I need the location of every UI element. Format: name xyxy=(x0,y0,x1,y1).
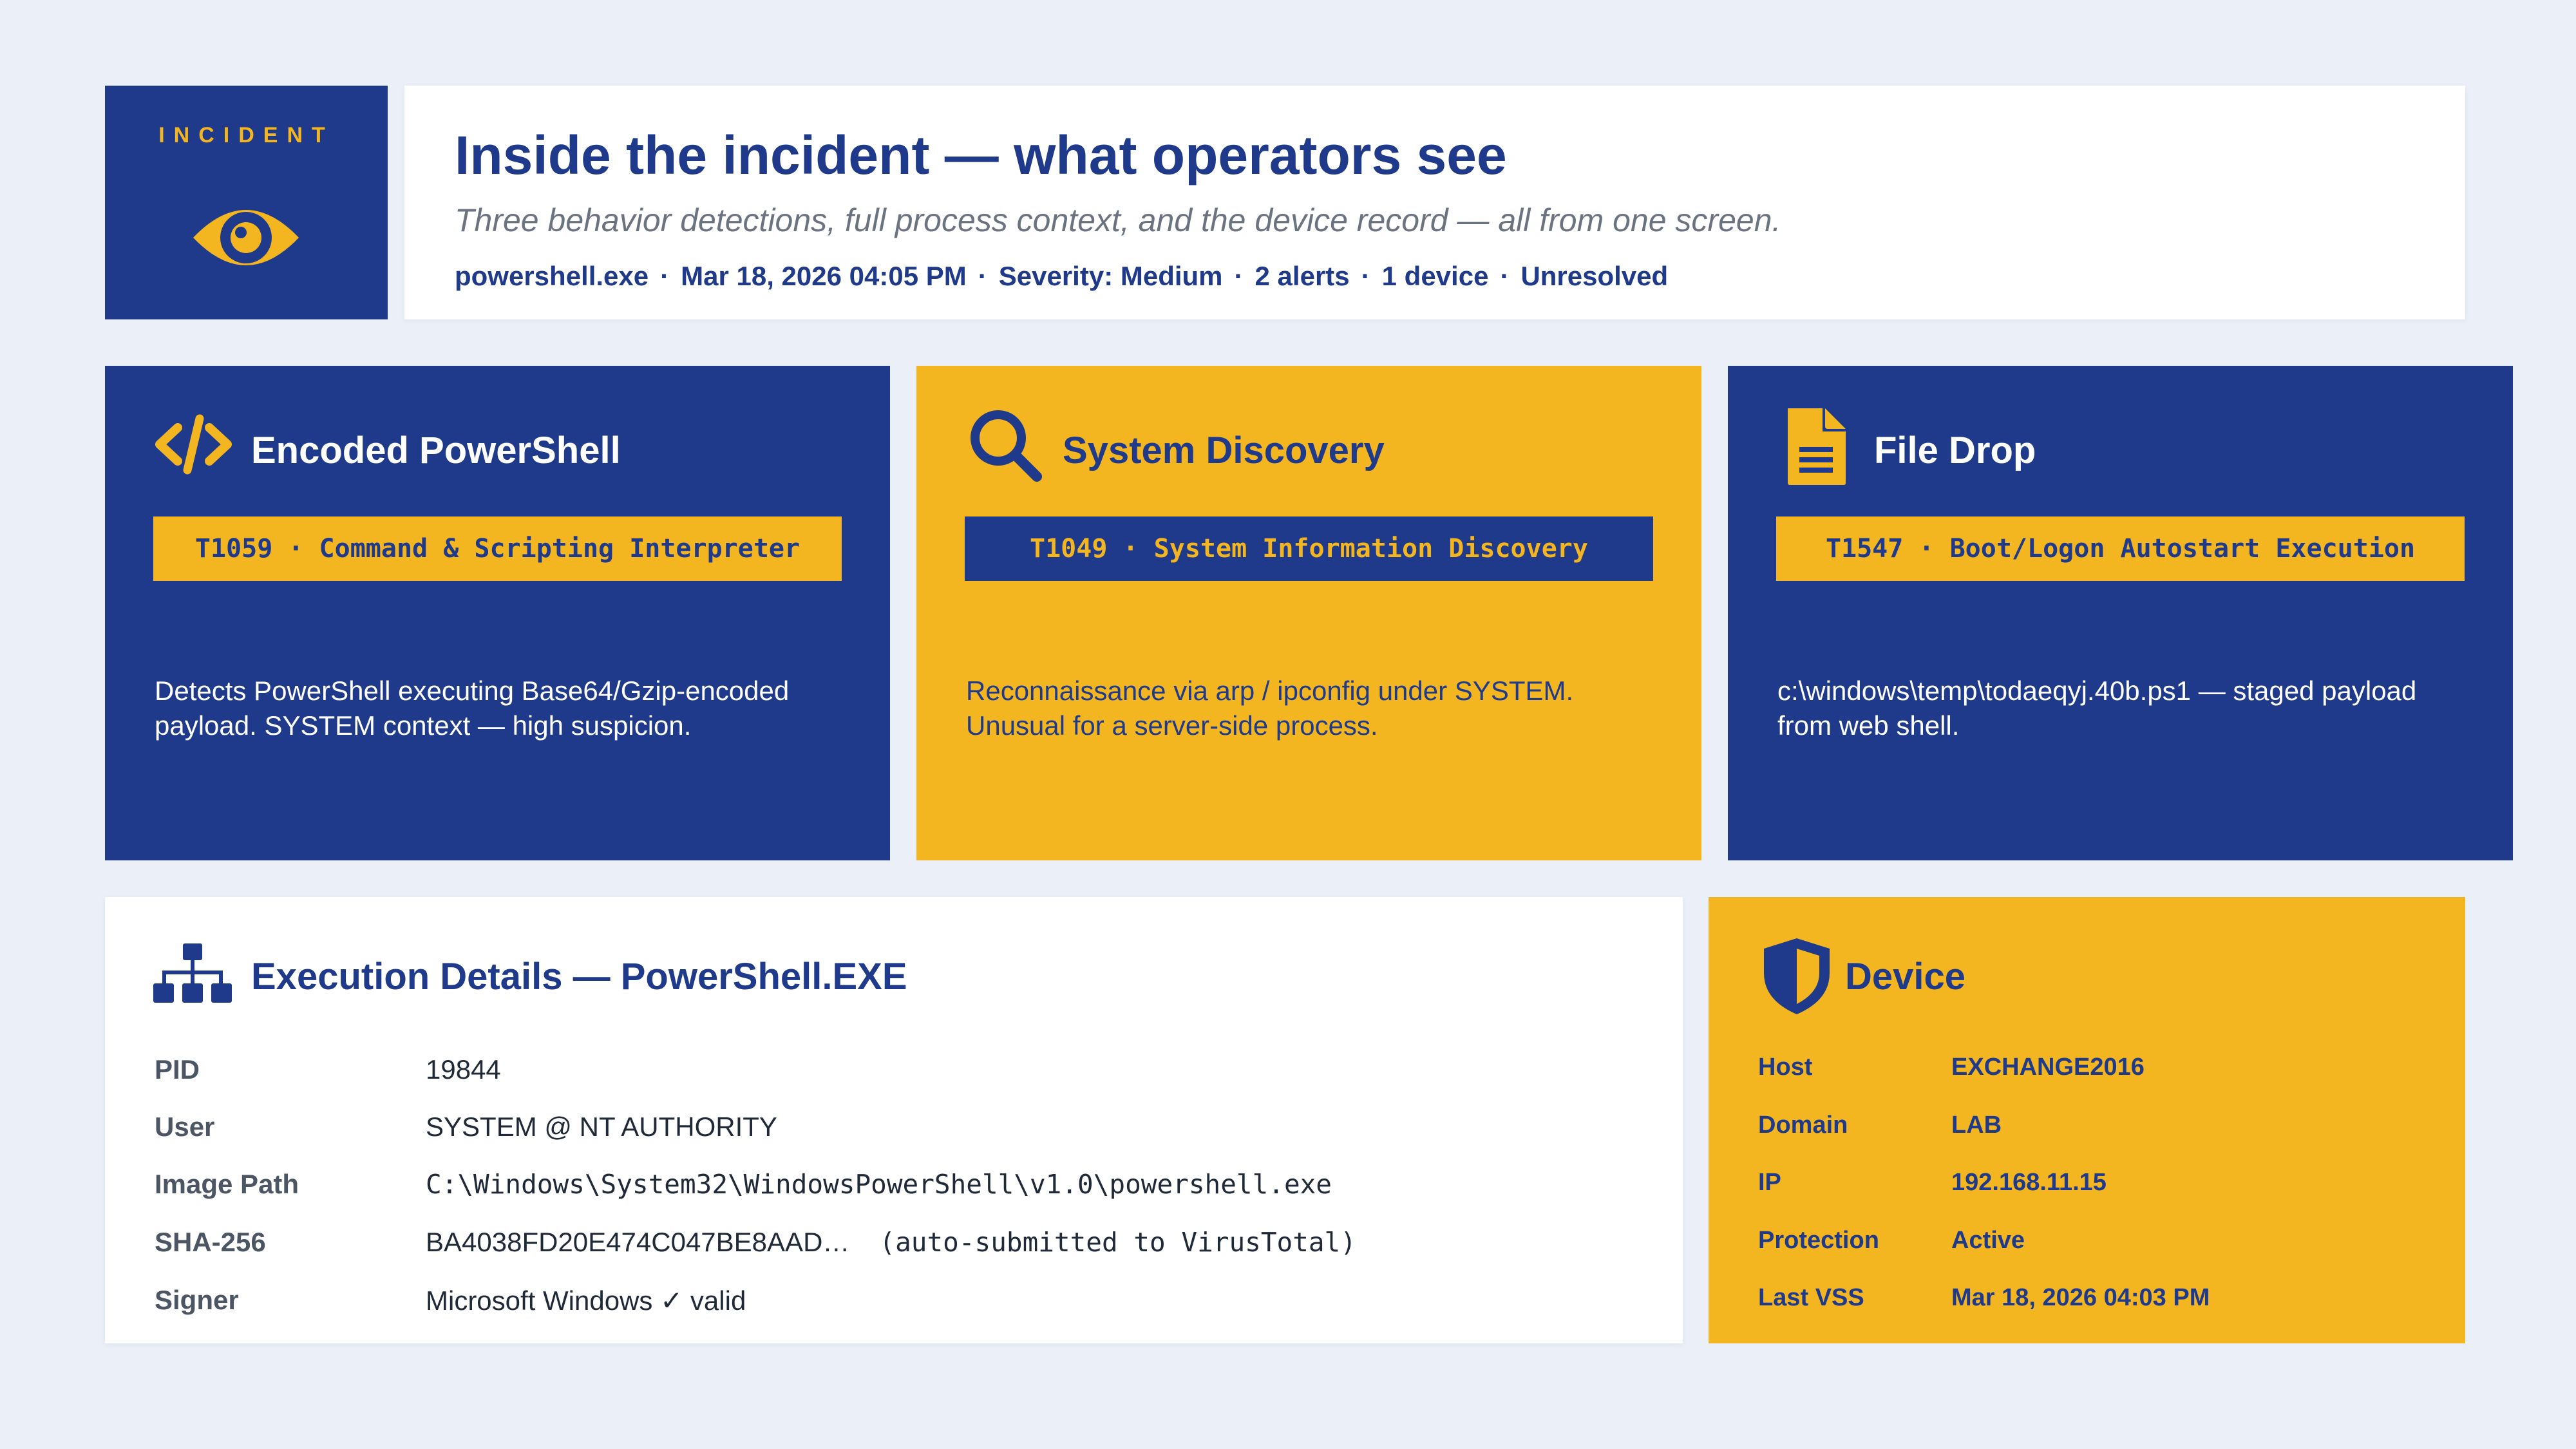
alert-card-encoded-powershell[interactable]: Encoded PowerShell T1059 · Command & Scr… xyxy=(105,366,890,860)
detail-value-group: BA4038FD20E474C047BE8AAD… (auto-submitted… xyxy=(426,1227,1356,1258)
alert-description: Detects PowerShell executing Base64/Gzip… xyxy=(155,676,790,741)
meta-separator: · xyxy=(1234,261,1244,291)
meta-severity: Severity: Medium xyxy=(998,261,1223,291)
incident-badge: INCIDENT xyxy=(105,86,388,319)
alert-description: c:\windows\temp\todaeqyj.40b.ps1 — stage… xyxy=(1777,676,2417,741)
sha256-hash[interactable]: BA4038FD20E474C047BE8AAD… xyxy=(426,1227,849,1257)
device-value[interactable]: 192.168.11.15 xyxy=(1951,1169,2107,1197)
meta-separator: · xyxy=(660,261,670,291)
virustotal-note: (auto-submitted to VirusTotal) xyxy=(879,1227,1356,1258)
detail-label: Image Path xyxy=(155,1169,299,1199)
meta-alerts[interactable]: 2 alerts xyxy=(1255,261,1350,291)
device-label: Protection xyxy=(1758,1227,1879,1254)
detail-value[interactable]: 19844 xyxy=(426,1054,501,1085)
execution-details-title: Execution Details — PowerShell.EXE xyxy=(251,956,907,998)
detail-value[interactable]: C:\Windows\System32\WindowsPowerShell\v1… xyxy=(426,1169,1332,1200)
process-tree-icon xyxy=(153,943,232,1003)
device-card: Device Host EXCHANGE2016 Domain LAB IP 1… xyxy=(1709,897,2465,1343)
incident-meta: powershell.exe · Mar 18, 2026 04:05 PM · Sev… xyxy=(455,261,1668,292)
mitre-technique-tag[interactable]: T1049 · System Information Discovery xyxy=(965,516,1653,581)
device-value: Active xyxy=(1951,1227,2025,1254)
incident-label: INCIDENT xyxy=(158,123,334,147)
detail-label: PID xyxy=(155,1054,200,1084)
detail-label: User xyxy=(155,1112,215,1142)
device-label: Host xyxy=(1758,1054,1813,1081)
device-title: Device xyxy=(1845,956,1966,998)
search-icon xyxy=(971,410,1042,482)
meta-separator: · xyxy=(1361,261,1370,291)
device-value[interactable]: EXCHANGE2016 xyxy=(1951,1054,2145,1081)
document-icon xyxy=(1788,408,1846,485)
alert-title: File Drop xyxy=(1874,430,2036,471)
alert-card-file-drop[interactable]: File Drop T1547 · Boot/Logon Autostart E… xyxy=(1728,366,2513,860)
alert-card-system-discovery[interactable]: System Discovery T1049 · System Informat… xyxy=(916,366,1701,860)
shield-icon xyxy=(1764,938,1830,1014)
eye-icon xyxy=(193,210,299,265)
mitre-technique-tag[interactable]: T1547 · Boot/Logon Autostart Execution xyxy=(1776,516,2465,581)
device-label: Last VSS xyxy=(1758,1284,1864,1311)
mitre-technique-tag[interactable]: T1059 · Command & Scripting Interpreter xyxy=(153,516,842,581)
meta-devices[interactable]: 1 device xyxy=(1382,261,1489,291)
meta-separator: · xyxy=(978,261,987,291)
meta-separator: · xyxy=(1500,261,1510,291)
alert-description: Reconnaissance via arp / ipconfig under … xyxy=(966,676,1574,741)
device-value: Mar 18, 2026 04:03 PM xyxy=(1951,1284,2210,1311)
alert-title: System Discovery xyxy=(1063,430,1385,471)
detail-value: Microsoft Windows ✓ valid xyxy=(426,1285,746,1316)
device-label: IP xyxy=(1758,1169,1781,1196)
page-title: Inside the incident — what operators see xyxy=(455,125,1507,185)
alert-title: Encoded PowerShell xyxy=(251,430,621,471)
device-value[interactable]: LAB xyxy=(1951,1112,2002,1139)
meta-status: Unresolved xyxy=(1520,261,1669,291)
detail-label: SHA-256 xyxy=(155,1227,266,1257)
meta-timestamp: Mar 18, 2026 04:05 PM xyxy=(681,261,967,291)
code-icon xyxy=(155,414,232,475)
device-label: Domain xyxy=(1758,1112,1848,1139)
incident-header: Inside the incident — what operators see… xyxy=(404,86,2465,319)
detail-label: Signer xyxy=(155,1285,239,1315)
execution-details-card: Execution Details — PowerShell.EXE PID 1… xyxy=(105,897,1683,1343)
detail-value[interactable]: SYSTEM @ NT AUTHORITY xyxy=(426,1112,777,1142)
meta-process[interactable]: powershell.exe xyxy=(455,261,649,291)
page-subtitle: Three behavior detections, full process … xyxy=(455,202,1781,238)
